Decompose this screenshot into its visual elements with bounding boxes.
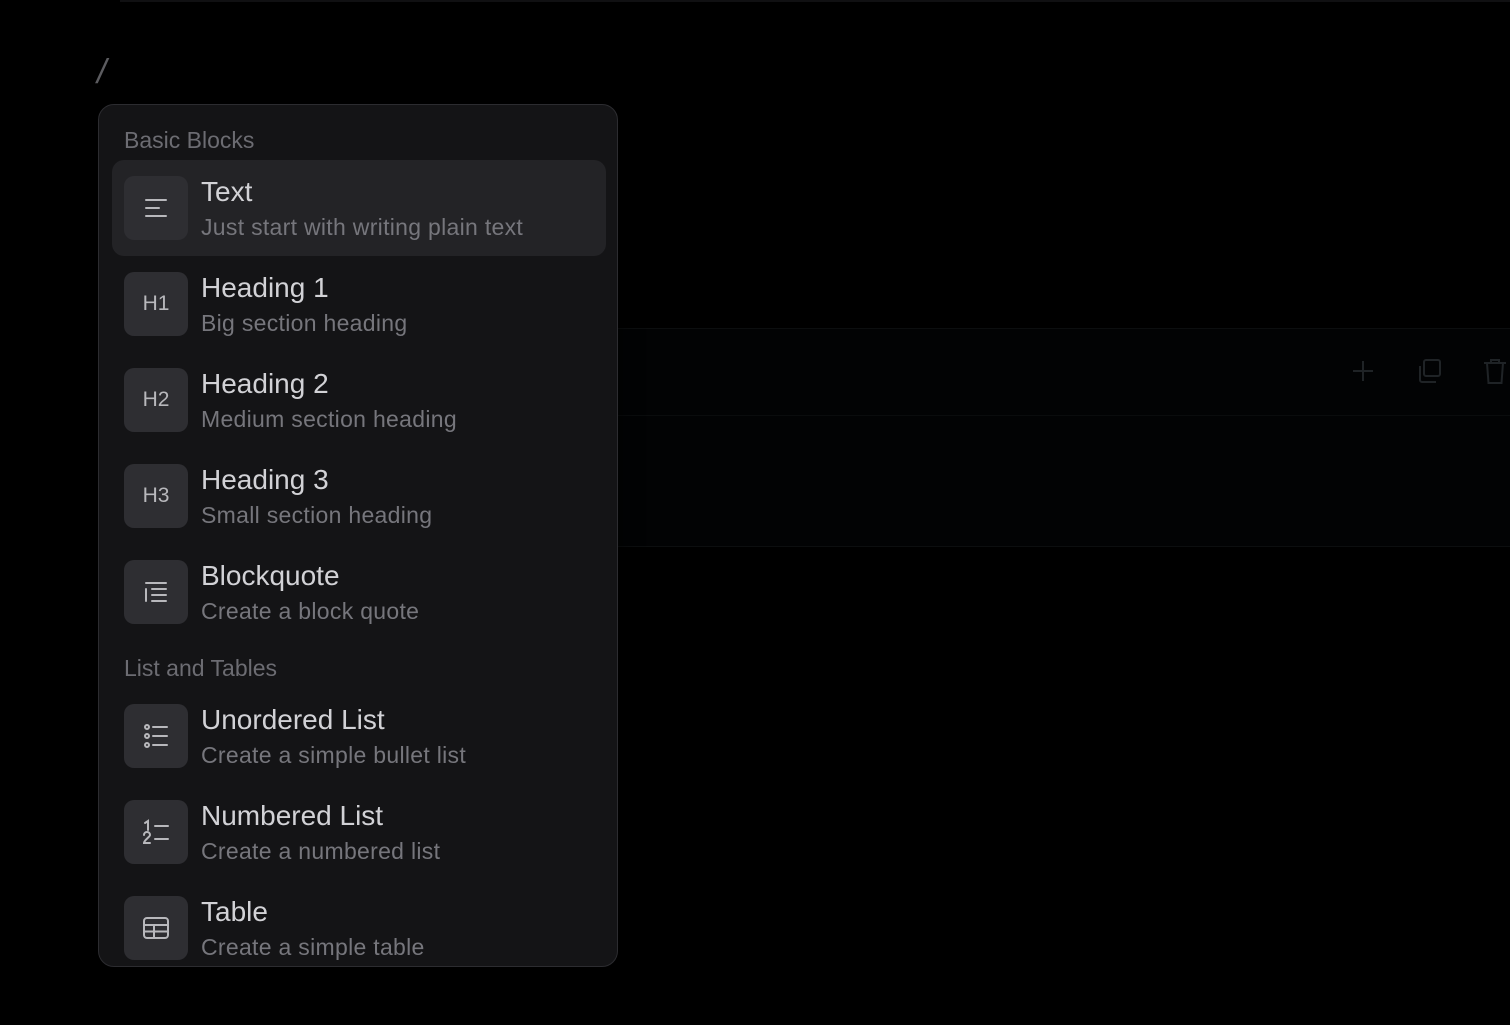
menu-item-heading-1[interactable]: H1 Heading 1 Big section heading: [112, 256, 606, 352]
h2-icon: H2: [124, 368, 188, 432]
menu-item-title: Heading 1: [201, 272, 329, 303]
menu-item-heading-3[interactable]: H3 Heading 3 Small section heading: [112, 448, 606, 544]
duplicate-block-button[interactable]: [1414, 355, 1444, 387]
menu-item-description: Create a simple bullet list: [201, 742, 467, 768]
bullet-list-icon: [124, 704, 188, 768]
section-label-basic-blocks: Basic Blocks: [124, 127, 255, 153]
menu-item-description: Create a block quote: [201, 598, 420, 624]
h1-icon: H1: [124, 272, 188, 336]
menu-item-blockquote[interactable]: Blockquote Create a block quote: [112, 544, 606, 640]
menu-item-unordered-list[interactable]: Unordered List Create a simple bullet li…: [112, 688, 606, 784]
trash-icon: [1484, 359, 1506, 384]
table-icon: [124, 896, 188, 960]
menu-item-description: Medium section heading: [201, 406, 457, 432]
menu-item-description: Just start with writing plain text: [201, 214, 524, 240]
menu-item-title: Heading 3: [201, 464, 329, 495]
menu-item-numbered-list[interactable]: Numbered List Create a numbered list: [112, 784, 606, 880]
plus-icon: [1353, 361, 1373, 381]
menu-item-title: Unordered List: [201, 704, 385, 735]
numbered-list-icon: [124, 800, 188, 864]
blockquote-icon: [124, 560, 188, 624]
menu-item-title: Table: [201, 896, 268, 927]
menu-item-title: Numbered List: [201, 800, 384, 831]
menu-item-description: Small section heading: [201, 502, 433, 528]
text-align-icon: [124, 176, 188, 240]
delete-block-button[interactable]: [1480, 355, 1510, 387]
slash-command-text[interactable]: /: [97, 52, 106, 92]
menu-item-description: Big section heading: [201, 310, 408, 336]
h3-icon: H3: [124, 464, 188, 528]
menu-item-heading-2[interactable]: H2 Heading 2 Medium section heading: [112, 352, 606, 448]
menu-item-title: Blockquote: [201, 560, 340, 591]
menu-item-description: Create a numbered list: [201, 838, 441, 864]
block-toolbar: [1312, 355, 1510, 387]
slash-command-menu: Basic Blocks Text Just start with writin…: [98, 104, 618, 967]
section-label-list-and-tables: List and Tables: [124, 655, 278, 681]
block-divider: [560, 415, 1510, 416]
background-block: [560, 328, 1510, 547]
add-block-button[interactable]: [1348, 355, 1378, 387]
menu-item-description: Create a simple table: [201, 934, 425, 960]
menu-item-text[interactable]: Text Just start with writing plain text: [112, 160, 606, 256]
menu-item-title: Heading 2: [201, 368, 329, 399]
editor-top-border: [120, 0, 1510, 2]
menu-item-table[interactable]: Table Create a simple table: [112, 880, 606, 966]
menu-item-title: Text: [201, 176, 253, 207]
duplicate-icon: [1419, 359, 1441, 383]
